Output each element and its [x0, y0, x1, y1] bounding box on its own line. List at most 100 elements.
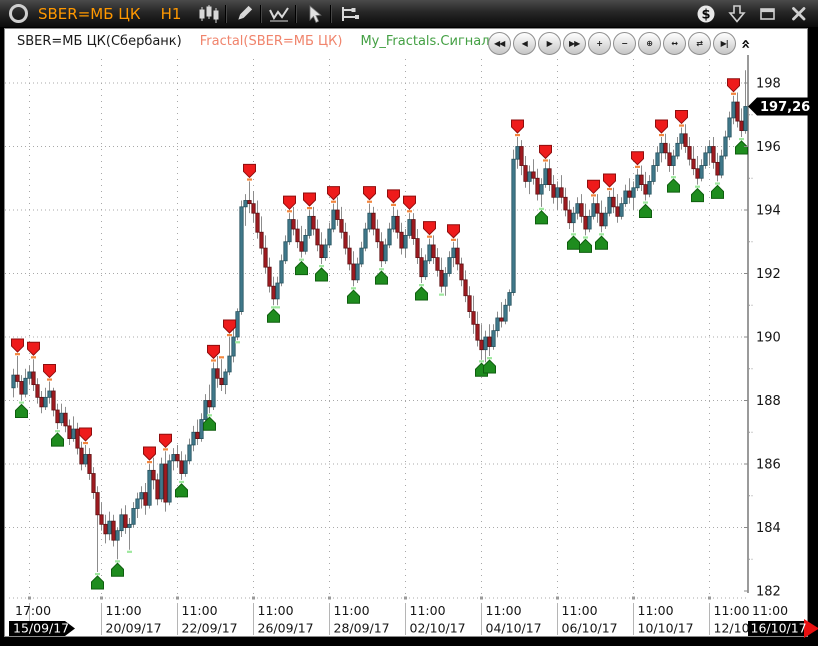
- legend-series-2[interactable]: My_Fractals.Сигналы: [360, 34, 499, 49]
- collapse-window-icon: [727, 4, 747, 24]
- scroll-fast-left-button[interactable]: ◀◀: [488, 32, 511, 55]
- fractal-high-tick: [427, 236, 432, 238]
- go-to-end-button[interactable]: ▶|: [713, 32, 736, 55]
- fractal-high-tick: [367, 201, 372, 203]
- bear-candle: [460, 264, 463, 280]
- compress-scale-button[interactable]: ↔: [663, 32, 686, 55]
- restore-icon: [758, 4, 778, 24]
- scroll-right-button[interactable]: ▶: [538, 32, 561, 55]
- rail-tick: [252, 597, 255, 600]
- bear-candle: [696, 169, 699, 179]
- bull-candle: [308, 216, 311, 235]
- fractal-high-tick: [635, 166, 640, 168]
- objects-list-button[interactable]: [335, 3, 362, 25]
- zoom-interval-button[interactable]: ⊕: [638, 32, 661, 55]
- bear-candle: [628, 191, 631, 197]
- chart-type-icon: [198, 4, 220, 24]
- rail-tick: [404, 597, 407, 600]
- bear-candle: [524, 166, 527, 182]
- bull-candle: [648, 181, 651, 194]
- legend-series-1[interactable]: Fractal(SBER=МБ ЦК): [200, 34, 343, 49]
- time-label: 11:00: [562, 603, 598, 618]
- date-label: 22/09/17: [182, 621, 238, 636]
- scroll-fast-right-button[interactable]: ▶▶: [563, 32, 586, 55]
- bear-candle: [264, 248, 267, 267]
- rail-tick: [632, 597, 635, 600]
- bear-candle: [56, 410, 59, 423]
- fractal-low-tick: [479, 360, 484, 362]
- bull-candle: [556, 188, 559, 198]
- pencil-icon: [234, 4, 254, 24]
- fractal-low-tick: [379, 268, 384, 270]
- date-label: 26/09/17: [258, 621, 314, 636]
- bear-candle: [220, 378, 223, 384]
- compress-bars-button[interactable]: ⇄: [688, 32, 711, 55]
- fractal-high-tick: [679, 124, 684, 126]
- bear-candle: [664, 143, 667, 153]
- bear-candle: [480, 340, 483, 350]
- zoom-in-button[interactable]: +: [588, 32, 611, 55]
- bear-candle: [88, 454, 91, 473]
- sell-signal-marker: [540, 145, 552, 158]
- bull-candle: [232, 337, 235, 356]
- bull-candle: [280, 261, 283, 283]
- buy-signal-marker: [416, 287, 428, 300]
- restore-button[interactable]: [758, 4, 778, 24]
- fractal-low-tick: [319, 265, 324, 267]
- collapse-toolbar-button[interactable]: «: [741, 38, 751, 48]
- sell-signal-marker: [728, 79, 740, 92]
- bear-candle: [104, 524, 107, 534]
- rail-tick: [100, 597, 103, 600]
- bear-candle: [616, 207, 619, 217]
- buy-signal-marker: [316, 268, 328, 281]
- fractal-high-tick: [15, 353, 20, 355]
- fractal-low-tick: [115, 560, 120, 562]
- fractal-high-tick: [451, 239, 456, 241]
- bear-candle: [440, 270, 443, 286]
- legend-series-0[interactable]: SBER=МБ ЦК(Сбербанк): [17, 34, 182, 49]
- sell-signal-marker: [604, 174, 616, 187]
- bull-candle: [132, 508, 135, 524]
- bear-candle: [472, 312, 475, 325]
- bear-candle: [644, 185, 647, 195]
- sell-signal-marker: [656, 120, 668, 133]
- bear-candle: [476, 324, 479, 340]
- bear-candle: [312, 216, 315, 229]
- collapse-window-button[interactable]: [727, 4, 747, 24]
- fractal-low-tick: [127, 551, 132, 553]
- bear-candle: [420, 258, 423, 277]
- draw-button[interactable]: [230, 3, 257, 25]
- end-date-label: 16/10/17: [751, 621, 807, 636]
- bear-candle: [536, 178, 539, 194]
- bear-candle: [520, 147, 523, 166]
- fractal-high-tick: [47, 378, 52, 380]
- currency-button[interactable]: $: [696, 4, 716, 24]
- bull-candle: [588, 216, 591, 229]
- price-axis-label: 196: [756, 140, 781, 155]
- sell-signal-marker: [304, 193, 316, 206]
- chart-type-button[interactable]: [195, 3, 222, 25]
- sell-signal-marker: [512, 120, 524, 133]
- timeframe-label: H1: [161, 5, 182, 23]
- chart-legend: SBER=МБ ЦК(Сбербанк) Fractal(SBER=МБ ЦК) M…: [17, 34, 500, 49]
- bull-candle: [192, 432, 195, 445]
- sell-signal-marker: [364, 187, 376, 200]
- bear-candle: [248, 200, 251, 203]
- close-button[interactable]: [789, 4, 809, 24]
- bear-candle: [716, 162, 719, 175]
- bear-candle: [144, 493, 147, 506]
- time-label: 11:00: [638, 603, 674, 618]
- scroll-left-button[interactable]: ◀: [513, 32, 536, 55]
- sell-signal-marker: [448, 225, 460, 238]
- bear-candle: [156, 480, 159, 499]
- bull-candle: [228, 356, 231, 372]
- indicator-button[interactable]: [265, 3, 292, 25]
- bear-candle: [40, 397, 43, 407]
- chart-window-titlebar[interactable]: SBER=МБ ЦК H1: [0, 0, 818, 28]
- fractal-low-tick: [351, 287, 356, 289]
- cursor-button[interactable]: [300, 3, 327, 25]
- zoom-out-button[interactable]: −: [613, 32, 636, 55]
- bear-candle: [256, 213, 259, 232]
- bull-candle: [240, 207, 243, 312]
- buy-signal-marker: [736, 141, 748, 154]
